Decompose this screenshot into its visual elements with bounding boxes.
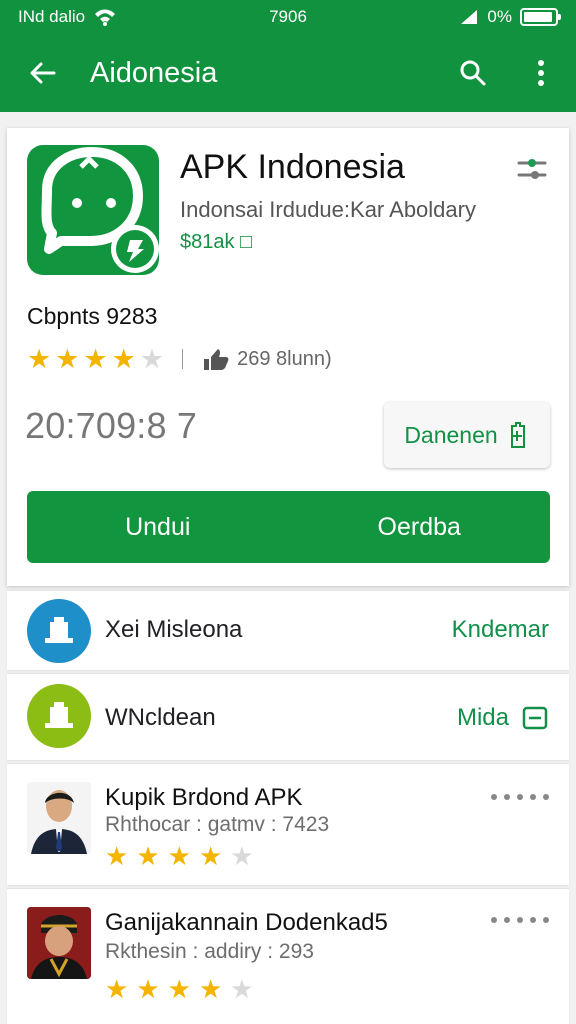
search-icon [460, 60, 486, 86]
primary-action-button: Undui Oerdba [27, 491, 550, 563]
app-price: $81ak □ [180, 231, 253, 253]
dot-icon [530, 794, 536, 800]
star-icon: ★ [198, 841, 223, 871]
person-portrait-icon [27, 782, 91, 854]
status-bar: INd dalio 7906 0% [0, 0, 576, 34]
list-row-2[interactable]: WNcldean Mida [7, 673, 569, 760]
dot-icon [517, 917, 523, 923]
back-button[interactable] [24, 55, 60, 91]
dot-icon [543, 794, 549, 800]
green-app-icon [27, 684, 91, 748]
app-actions [456, 56, 558, 90]
star-icon: ★ [136, 841, 160, 871]
star-icon: ★ [27, 343, 52, 374]
rating-stars: ★ ★ ★ ★ ★ [27, 343, 165, 374]
building-icon [45, 702, 73, 728]
app-icon [27, 145, 159, 275]
open-button[interactable]: Oerdba [289, 491, 551, 563]
star-icon: ★ [105, 841, 129, 871]
more-vert-icon [538, 60, 544, 86]
install-button[interactable]: Undui [27, 491, 289, 563]
item-subtitle: Rhthocar : gatmv : 7423 [105, 813, 330, 836]
developer-name[interactable]: Indonsai Irdudue:Kar Aboldary [180, 197, 476, 223]
star-icon: ★ [55, 343, 80, 374]
star-icon: ★ [198, 974, 223, 1004]
person-portrait-icon [27, 907, 91, 979]
row-action[interactable]: Kndemar [452, 616, 549, 644]
dot-icon [504, 917, 510, 923]
thumbs-up-icon [204, 349, 229, 370]
star-icon: ★ [136, 974, 160, 1004]
star-icon: ★ [105, 974, 129, 1004]
rating-separator [182, 349, 184, 369]
star-icon: ★ [167, 841, 191, 871]
item-rating: ★ ★ ★ ★ ★ [105, 976, 254, 1002]
back-arrow-icon [30, 62, 56, 84]
star-icon: ★ [111, 343, 136, 374]
dot-icon [491, 917, 497, 923]
star-empty-icon: ★ [139, 343, 165, 374]
row-label: Xei Misleona [105, 616, 243, 643]
battery-icon [520, 8, 561, 26]
list-row-1[interactable]: Xei Misleona Kndemar [7, 590, 569, 670]
app-details-card: APK Indonesia Indonsai Irdudue:Kar Abold… [7, 128, 569, 586]
sliders-icon [517, 159, 547, 179]
secondary-action-label: Danenen [404, 421, 498, 448]
dot-icon [504, 794, 510, 800]
carrier-label: INd dalio [18, 7, 86, 26]
dot-icon [530, 917, 536, 923]
signal-icon [461, 10, 478, 24]
row-action-label: Kndemar [451, 616, 549, 643]
star-empty-icon: ★ [230, 841, 254, 871]
list-item-2[interactable]: Ganijakannain Dodenkad5 Rkthesin : addir… [7, 888, 569, 1024]
star-icon: ★ [83, 343, 108, 374]
star-empty-icon: ★ [230, 974, 254, 1004]
item-subtitle: Rkthesin : addiry : 293 [105, 940, 314, 963]
dot-icon [517, 794, 523, 800]
status-left: INd dalio [18, 7, 117, 27]
secondary-action-button[interactable]: Danenen [384, 402, 550, 468]
rating-row: ★ ★ ★ ★ ★ 269 8lunn) [27, 342, 332, 376]
app-title: Aidonesia [90, 56, 218, 89]
star-icon: ★ [167, 974, 191, 1004]
minus-square-icon [522, 706, 548, 730]
dot-icon [491, 794, 497, 800]
avatar [27, 907, 91, 979]
download-count: 20:709:8 7 [25, 405, 198, 446]
item-title: Ganijakannain Dodenkad5 [105, 909, 388, 936]
row-label: WNcldean [105, 704, 216, 731]
item-title: Kupik Brdond APK [105, 784, 303, 811]
item-rating: ★ ★ ★ ★ ★ [105, 843, 254, 869]
wifi-icon [95, 9, 116, 26]
status-right: 0% [459, 7, 561, 27]
item-more-button[interactable] [491, 917, 549, 923]
row-action-label: Mida [456, 704, 509, 731]
search-button[interactable] [456, 56, 490, 90]
avatar [27, 782, 91, 854]
filter-button[interactable] [515, 152, 549, 186]
app-bar: Aidonesia [0, 34, 576, 112]
more-options-button[interactable] [524, 56, 558, 90]
list-item-1[interactable]: Kupik Brdond APK Rhthocar : gatmv : 7423… [7, 763, 569, 885]
review-count: 269 8lunn) [237, 347, 332, 370]
app-name: APK Indonesia [180, 148, 405, 186]
building-icon [45, 617, 73, 643]
row-action[interactable]: Mida [457, 704, 549, 732]
battery-percent: 0% [487, 7, 512, 26]
contents-label: Cbpnts 9283 [27, 303, 158, 329]
chat-icon [41, 147, 159, 273]
blue-app-icon [27, 599, 91, 663]
dot-icon [543, 917, 549, 923]
battery-plus-icon [510, 422, 525, 448]
item-more-button[interactable] [491, 794, 549, 800]
